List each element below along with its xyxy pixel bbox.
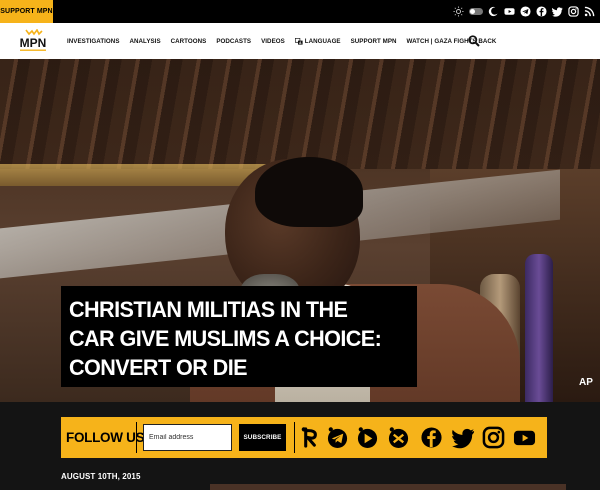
- nav-item-language[interactable]: A LANGUAGE: [294, 37, 341, 45]
- support-mpn-button[interactable]: SUPPORT MPN: [0, 0, 53, 23]
- instagram-icon[interactable]: [482, 426, 505, 449]
- headline-box[interactable]: CHRISTIAN MILITIAS IN THE CAR GIVE MUSLI…: [61, 286, 417, 387]
- sun-icon: [453, 6, 464, 17]
- twitter-icon[interactable]: [552, 6, 563, 17]
- main-nav-bar: MPN INVESTIGATIONS ANALYSIS CARTOONS POD…: [0, 23, 600, 59]
- nav-item-videos[interactable]: VIDEOS: [261, 38, 285, 45]
- article-date: AUGUST 10TH, 2015: [61, 472, 141, 481]
- nav-item-podcasts[interactable]: PODCASTS: [216, 38, 251, 45]
- facebook-icon[interactable]: [420, 426, 443, 449]
- nav-item-label: SUPPORT MPN: [350, 37, 397, 45]
- mpn-logo[interactable]: MPN: [16, 29, 50, 53]
- divider: [294, 422, 295, 453]
- divider: [136, 422, 137, 453]
- nav-item-label: VIDEOS: [261, 37, 285, 45]
- odysee-icon[interactable]: [356, 426, 379, 449]
- follow-us-label: FOLLOW US: [66, 430, 145, 445]
- nav-item-support-mpn[interactable]: SUPPORT MPN: [351, 38, 397, 45]
- youtube-icon[interactable]: [504, 6, 515, 17]
- subscribe-button[interactable]: SUBSCRIBE: [239, 424, 286, 451]
- hero-photo-person-hair: [255, 157, 363, 227]
- telegram-icon[interactable]: [520, 6, 531, 17]
- facebook-icon[interactable]: [536, 6, 547, 17]
- instagram-icon[interactable]: [568, 6, 579, 17]
- twitter-icon[interactable]: [452, 426, 475, 449]
- search-icon[interactable]: [468, 35, 480, 47]
- translate-icon: A: [294, 37, 303, 44]
- nav-item-label: INVESTIGATIONS: [67, 37, 120, 45]
- theme-toggle[interactable]: [469, 8, 483, 15]
- nav-item-label: ANALYSIS: [129, 37, 161, 45]
- svg-text:MPN: MPN: [20, 36, 47, 50]
- nav-item-label: WATCH | GAZA FIGHTS BACK: [406, 37, 497, 45]
- nav-item-cartoons[interactable]: CARTOONS: [171, 38, 207, 45]
- moon-icon: [488, 6, 498, 17]
- email-input[interactable]: [143, 424, 232, 451]
- follow-bar: FOLLOW US SUBSCRIBE: [61, 417, 547, 458]
- nav-menu: INVESTIGATIONS ANALYSIS CARTOONS PODCAST…: [67, 23, 506, 59]
- minds-icon[interactable]: [387, 426, 410, 449]
- nav-item-label: LANGUAGE: [304, 37, 341, 45]
- hero-photo-roof: [0, 59, 600, 169]
- youtube-icon[interactable]: [513, 426, 536, 449]
- rss-icon[interactable]: [584, 6, 595, 17]
- top-bar: SUPPORT MPN: [0, 0, 600, 23]
- hero-photo-cloth: [525, 254, 553, 402]
- telegram-icon[interactable]: [326, 426, 349, 449]
- nav-item-investigations[interactable]: INVESTIGATIONS: [67, 38, 120, 45]
- article-headline[interactable]: CHRISTIAN MILITIAS IN THE CAR GIVE MUSLI…: [69, 295, 395, 382]
- nav-item-gaza-fights-back[interactable]: WATCH | GAZA FIGHTS BACK: [407, 38, 497, 45]
- photo-credit: AP: [579, 377, 593, 388]
- nav-item-label: PODCASTS: [216, 37, 252, 45]
- top-icons: [453, 6, 595, 17]
- article-image-preview[interactable]: [210, 484, 566, 490]
- nav-item-analysis[interactable]: ANALYSIS: [130, 38, 161, 45]
- nav-item-label: CARTOONS: [170, 37, 207, 45]
- rumble-icon[interactable]: [299, 426, 322, 449]
